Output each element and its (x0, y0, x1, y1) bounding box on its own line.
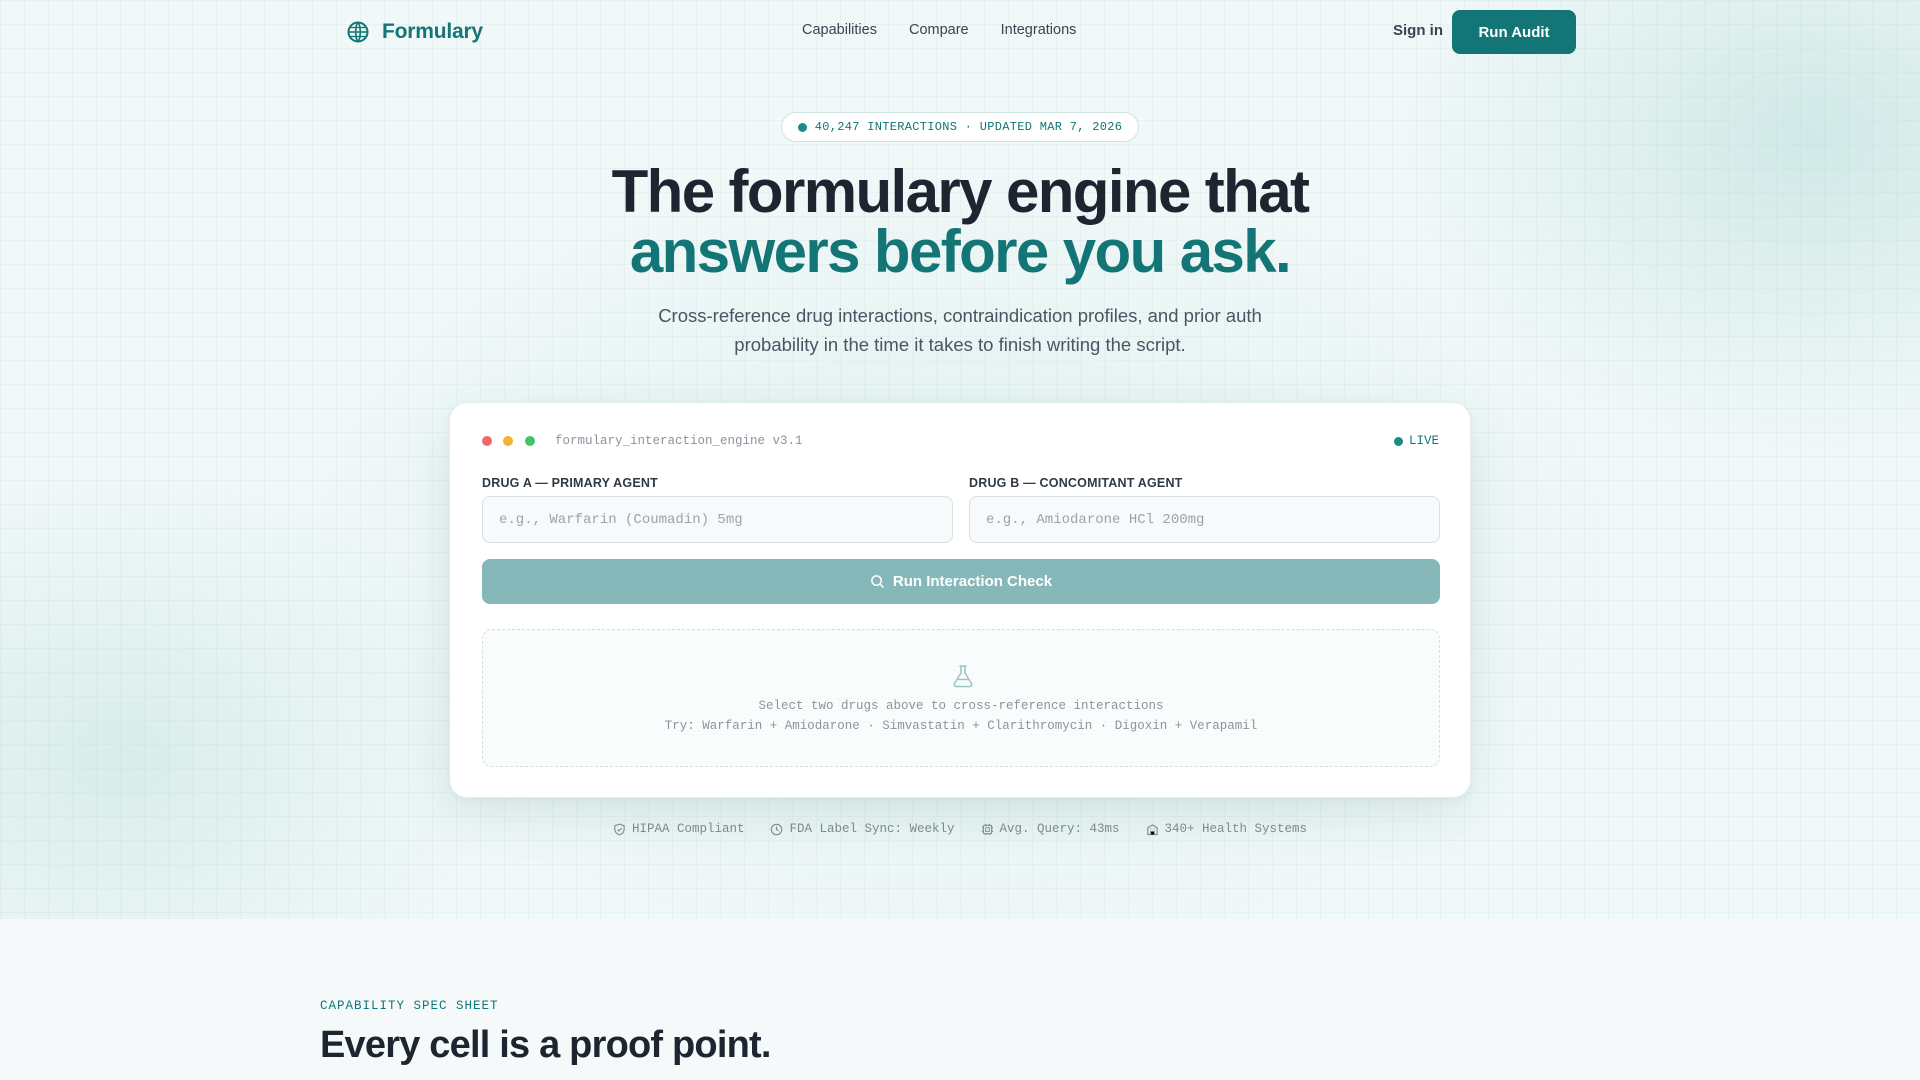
search-icon (871, 575, 884, 588)
empty-state-examples: Try: Warfarin + Amiodarone · Simvastatin… (664, 719, 1258, 733)
chip-icon (981, 823, 993, 835)
stats-badge: 40,247 INTERACTIONS · UPDATED MAR 7, 202… (781, 112, 1139, 142)
section-title: Every cell is a proof point. (320, 1024, 771, 1066)
drug-b-label: DRUG B — CONCOMITANT AGENT (969, 476, 1183, 490)
shield-icon (614, 823, 625, 835)
globe-logo-icon (347, 21, 369, 43)
window-close-dot-icon (482, 436, 492, 446)
hero-title-line2: answers before you ask. (629, 218, 1292, 285)
trust-label-fda-sync: FDA Label Sync: Weekly (789, 822, 955, 836)
section-eyebrow: CAPABILITY SPEC SHEET (320, 999, 499, 1013)
brand-name: Formulary (382, 20, 483, 43)
window-minimize-dot-icon (503, 436, 513, 446)
trust-label-health-systems: 340+ Health Systems (1164, 822, 1308, 836)
trust-item-health-systems: 340+ Health Systems (1146, 822, 1308, 836)
run-interaction-check-button[interactable]: Run Interaction Check (482, 559, 1440, 604)
status-dot-icon (797, 122, 807, 132)
stats-badge-text: 40,247 INTERACTIONS · UPDATED MAR 7, 202… (814, 120, 1123, 134)
hero-title-line1: The formulary engine that (611, 158, 1310, 225)
run-interaction-check-label: Run Interaction Check (892, 573, 1053, 590)
trust-item-avg-query: Avg. Query: 43ms (981, 822, 1120, 836)
building-icon (1146, 823, 1158, 835)
clock-icon (771, 823, 783, 835)
capability-section (0, 919, 1920, 1080)
drug-a-input[interactable] (482, 496, 953, 543)
window-maximize-dot-icon (525, 436, 535, 446)
hero-subtitle: Cross-reference drug interactions, contr… (658, 305, 1262, 355)
brand-logo[interactable]: Formulary (346, 18, 483, 46)
live-dot-icon (1393, 436, 1403, 446)
live-status: LIVE (1393, 434, 1439, 448)
trust-item-hipaa: HIPAA Compliant (613, 822, 745, 836)
engine-title: formulary_interaction_engine v3.1 (555, 434, 803, 448)
nav-link-capabilities[interactable]: Capabilities (802, 22, 877, 38)
flask-icon (953, 665, 973, 688)
trust-label-avg-query: Avg. Query: 43ms (999, 822, 1120, 836)
drug-a-label: DRUG A — PRIMARY AGENT (482, 476, 658, 490)
trust-label-hipaa: HIPAA Compliant (631, 822, 745, 836)
empty-state-message: Select two drugs above to cross-referenc… (758, 699, 1164, 713)
nav-link-compare[interactable]: Compare (909, 22, 969, 38)
interaction-engine-card: formulary_interaction_engine v3.1 LIVE D… (449, 402, 1471, 798)
results-empty-state: Select two drugs above to cross-referenc… (482, 629, 1440, 767)
run-audit-button[interactable]: Run Audit (1452, 10, 1576, 54)
trust-indicators: HIPAA Compliant FDA Label Sync: Weekly A… (0, 822, 1920, 836)
nav-link-integrations[interactable]: Integrations (1001, 22, 1077, 38)
drug-b-input[interactable] (969, 496, 1440, 543)
nav-links: Capabilities Compare Integrations (802, 22, 1076, 38)
sign-in-link[interactable]: Sign in (1393, 22, 1443, 39)
live-status-label: LIVE (1408, 434, 1439, 448)
trust-item-fda-sync: FDA Label Sync: Weekly (770, 822, 955, 836)
